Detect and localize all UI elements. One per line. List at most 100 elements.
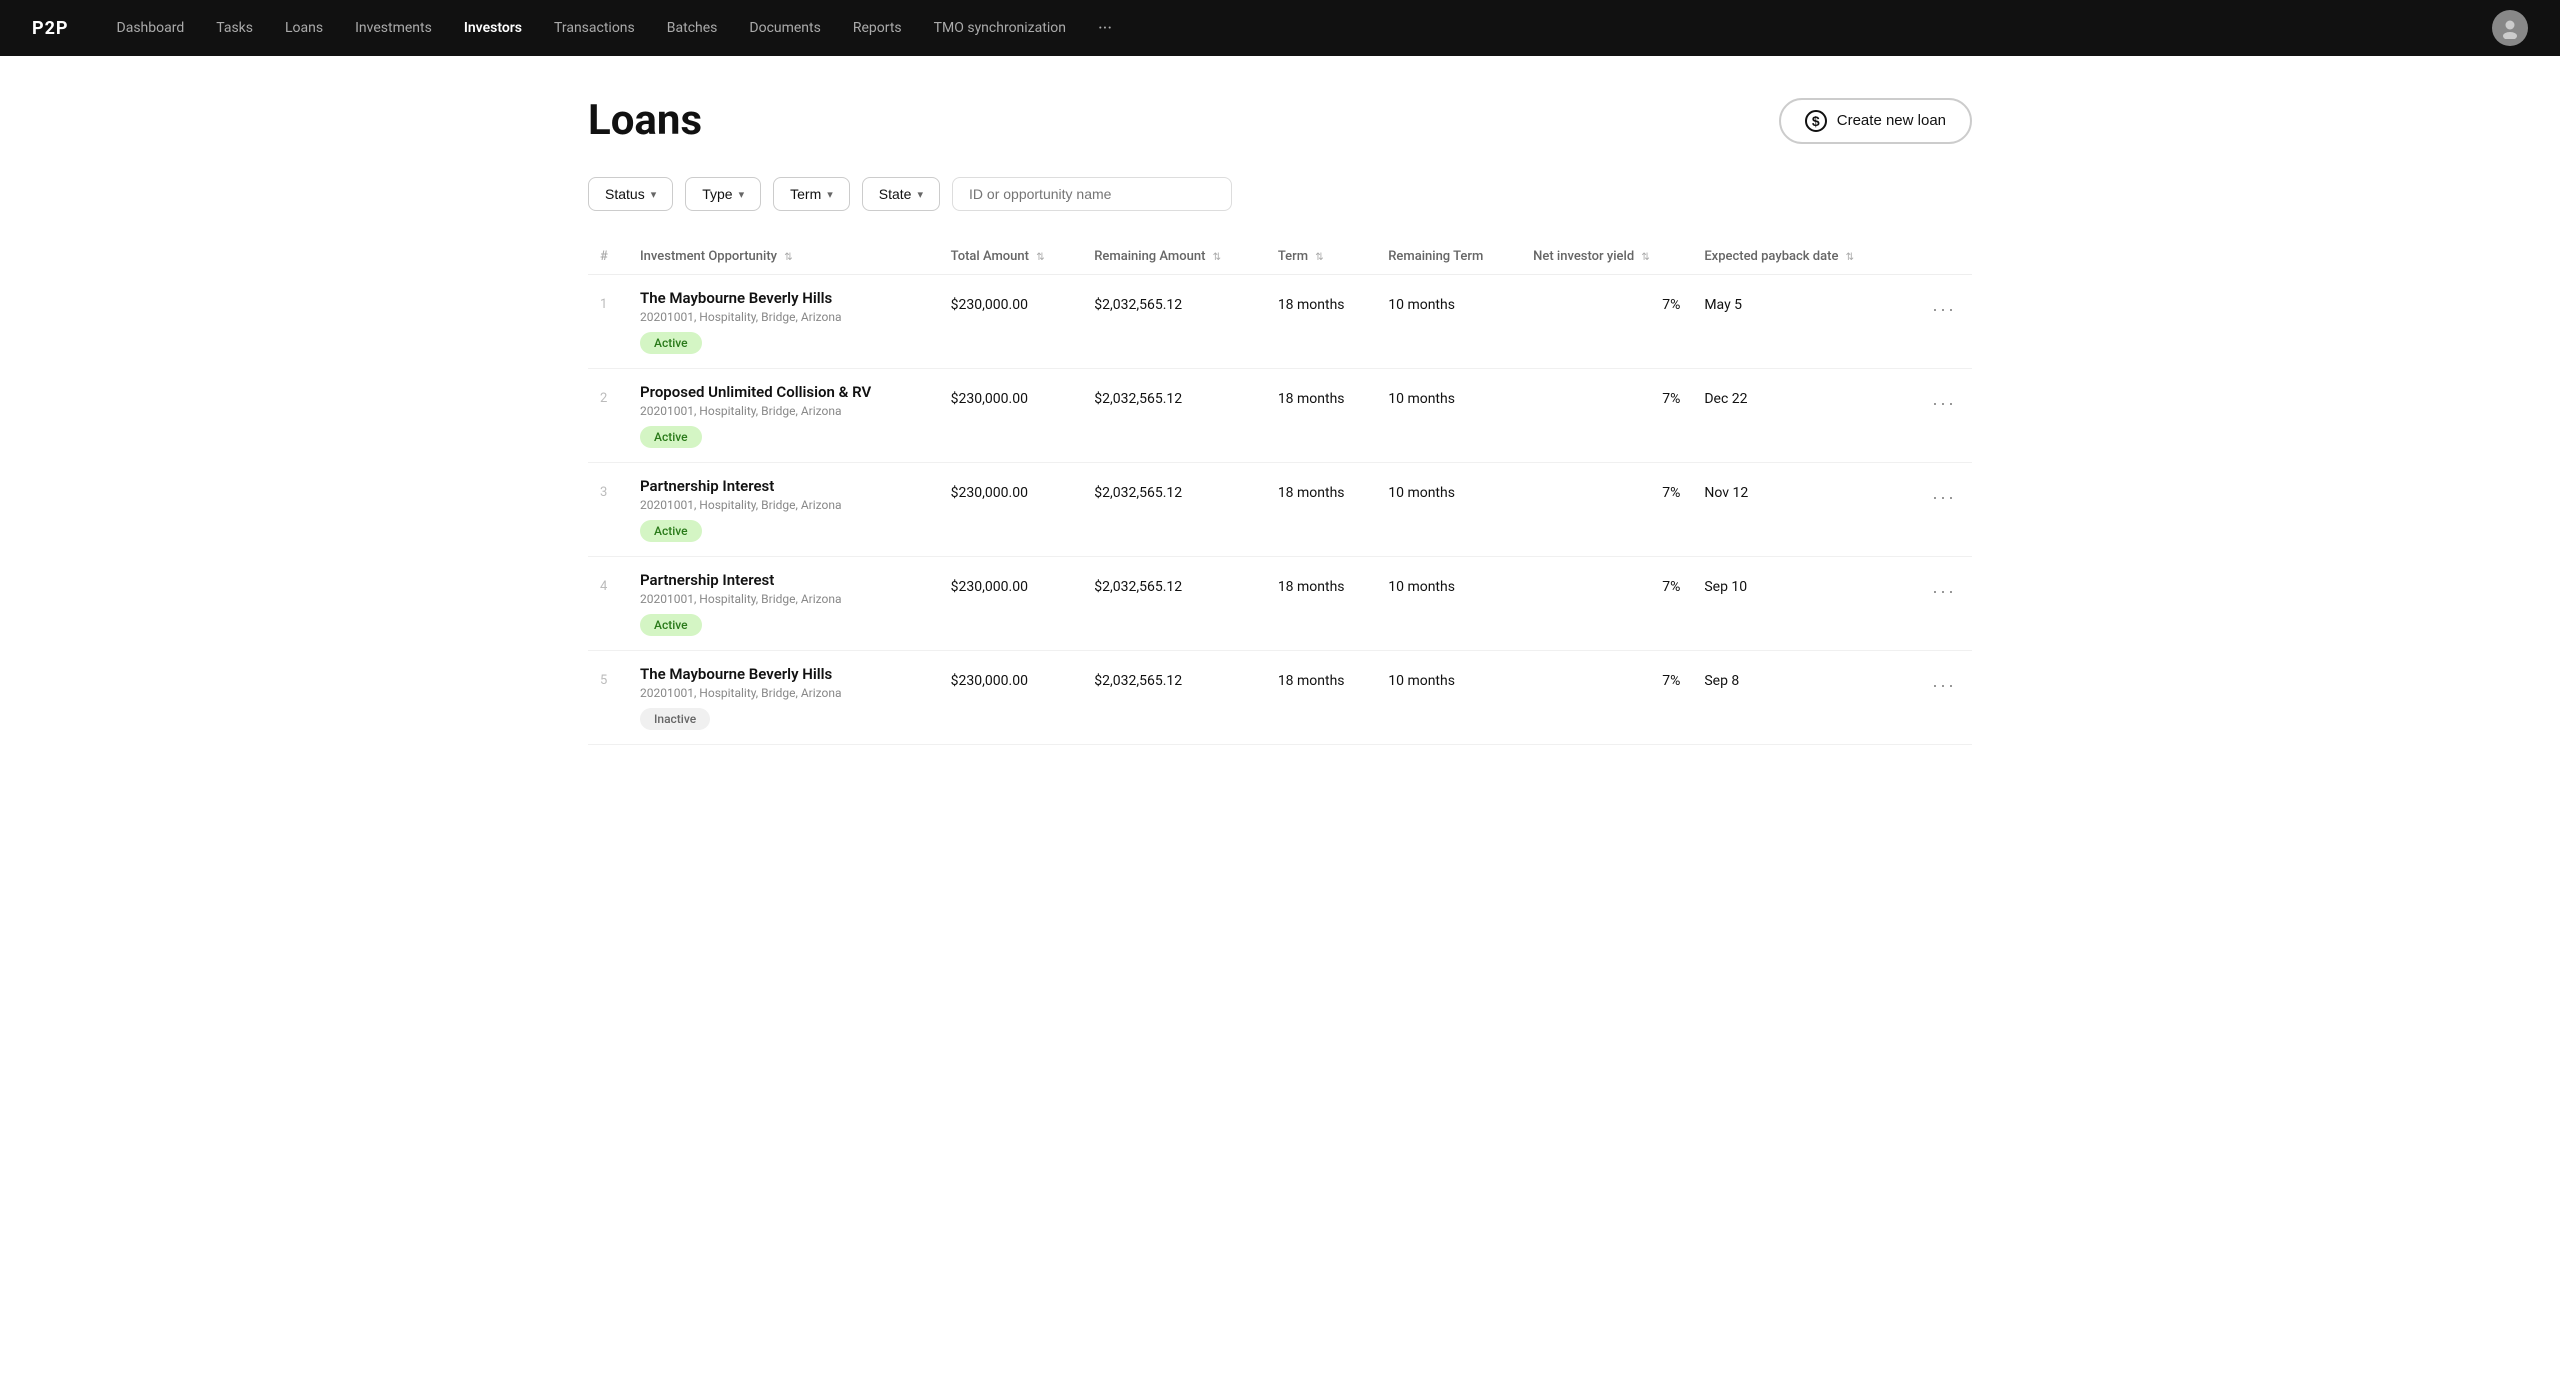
sort-opportunity-icon: ⇅ [784, 252, 792, 263]
row-actions-cell[interactable]: ··· [1904, 651, 1972, 745]
col-opportunity[interactable]: Investment Opportunity ⇅ [628, 239, 939, 275]
total-amount-cell: $230,000.00 [939, 369, 1083, 463]
row-num: 2 [588, 369, 628, 463]
term-cell: 18 months [1266, 275, 1376, 369]
opportunity-cell: The Maybourne Beverly Hills 20201001, Ho… [628, 651, 939, 745]
state-filter[interactable]: State ▾ [862, 177, 940, 211]
term-cell: 18 months [1266, 557, 1376, 651]
nav-documents[interactable]: Documents [749, 16, 820, 40]
total-amount-cell: $230,000.00 [939, 557, 1083, 651]
opportunity-cell: Partnership Interest 20201001, Hospitali… [628, 463, 939, 557]
create-loan-button[interactable]: $ Create new loan [1779, 98, 1972, 144]
sort-remaining-icon: ⇅ [1213, 252, 1221, 263]
payback-date-cell: Sep 10 [1692, 557, 1903, 651]
remaining-term-cell: 10 months [1376, 557, 1521, 651]
table-row[interactable]: 4 Partnership Interest 20201001, Hospita… [588, 557, 1972, 651]
row-num: 1 [588, 275, 628, 369]
remaining-amount-cell: $2,032,565.12 [1082, 463, 1266, 557]
row-actions-cell[interactable]: ··· [1904, 275, 1972, 369]
opportunity-name: The Maybourne Beverly Hills [640, 665, 927, 683]
create-loan-label: Create new loan [1837, 112, 1946, 129]
type-filter[interactable]: Type ▾ [685, 177, 761, 211]
nav-batches[interactable]: Batches [667, 16, 718, 40]
status-filter[interactable]: Status ▾ [588, 177, 673, 211]
avatar[interactable] [2492, 10, 2528, 46]
type-chevron-icon: ▾ [739, 188, 745, 201]
row-more-button[interactable]: ··· [1928, 485, 1960, 510]
nav-tmo[interactable]: TMO synchronization [934, 16, 1066, 40]
sort-yield-icon: ⇅ [1641, 252, 1649, 263]
top-nav: P2P Dashboard Tasks Loans Investments In… [0, 0, 2560, 56]
row-more-button[interactable]: ··· [1928, 297, 1960, 322]
col-remaining-term: Remaining Term [1376, 239, 1521, 275]
logo: P2P [32, 18, 69, 39]
opportunity-name: Partnership Interest [640, 477, 927, 495]
status-chevron-icon: ▾ [651, 188, 657, 201]
col-actions [1904, 239, 1972, 275]
remaining-amount-cell: $2,032,565.12 [1082, 557, 1266, 651]
col-net-yield[interactable]: Net investor yield ⇅ [1521, 239, 1692, 275]
nav-loans[interactable]: Loans [285, 16, 323, 40]
page-header: Loans $ Create new loan [588, 96, 1972, 145]
nav-reports[interactable]: Reports [853, 16, 902, 40]
table-row[interactable]: 2 Proposed Unlimited Collision & RV 2020… [588, 369, 1972, 463]
col-num: # [588, 239, 628, 275]
row-num: 3 [588, 463, 628, 557]
col-payback-date[interactable]: Expected payback date ⇅ [1692, 239, 1903, 275]
search-input[interactable] [952, 177, 1232, 211]
net-yield-cell: 7% [1521, 651, 1692, 745]
nav-more-icon[interactable]: ··· [1098, 18, 1112, 39]
create-loan-icon: $ [1805, 110, 1827, 132]
nav-investors[interactable]: Investors [464, 16, 522, 40]
row-more-button[interactable]: ··· [1928, 579, 1960, 604]
term-filter[interactable]: Term ▾ [773, 177, 850, 211]
status-badge: Active [640, 520, 702, 542]
row-actions-cell[interactable]: ··· [1904, 369, 1972, 463]
term-cell: 18 months [1266, 651, 1376, 745]
term-cell: 18 months [1266, 463, 1376, 557]
payback-date-cell: Sep 8 [1692, 651, 1903, 745]
status-badge: Active [640, 614, 702, 636]
payback-date-cell: Nov 12 [1692, 463, 1903, 557]
nav-tasks[interactable]: Tasks [216, 16, 253, 40]
row-actions-cell[interactable]: ··· [1904, 557, 1972, 651]
sort-term-icon: ⇅ [1315, 252, 1323, 263]
nav-dashboard[interactable]: Dashboard [117, 16, 185, 40]
nav-transactions[interactable]: Transactions [554, 16, 635, 40]
remaining-term-cell: 10 months [1376, 463, 1521, 557]
net-yield-cell: 7% [1521, 557, 1692, 651]
sort-payback-icon: ⇅ [1846, 252, 1854, 263]
opportunity-name: The Maybourne Beverly Hills [640, 289, 927, 307]
nav-investments[interactable]: Investments [355, 16, 432, 40]
opportunity-name: Partnership Interest [640, 571, 927, 589]
table-row[interactable]: 1 The Maybourne Beverly Hills 20201001, … [588, 275, 1972, 369]
loans-table: # Investment Opportunity ⇅ Total Amount … [588, 239, 1972, 745]
row-num: 5 [588, 651, 628, 745]
net-yield-cell: 7% [1521, 463, 1692, 557]
table-row[interactable]: 3 Partnership Interest 20201001, Hospita… [588, 463, 1972, 557]
total-amount-cell: $230,000.00 [939, 463, 1083, 557]
filters-bar: Status ▾ Type ▾ Term ▾ State ▾ [588, 177, 1972, 211]
state-filter-label: State [879, 186, 912, 202]
net-yield-cell: 7% [1521, 369, 1692, 463]
total-amount-cell: $230,000.00 [939, 275, 1083, 369]
row-more-button[interactable]: ··· [1928, 673, 1960, 698]
col-remaining-amount[interactable]: Remaining Amount ⇅ [1082, 239, 1266, 275]
remaining-amount-cell: $2,032,565.12 [1082, 651, 1266, 745]
col-total-amount[interactable]: Total Amount ⇅ [939, 239, 1083, 275]
opportunity-cell: The Maybourne Beverly Hills 20201001, Ho… [628, 275, 939, 369]
opportunity-cell: Proposed Unlimited Collision & RV 202010… [628, 369, 939, 463]
table-row[interactable]: 5 The Maybourne Beverly Hills 20201001, … [588, 651, 1972, 745]
term-filter-label: Term [790, 186, 821, 202]
page-title: Loans [588, 96, 702, 145]
remaining-term-cell: 10 months [1376, 651, 1521, 745]
row-actions-cell[interactable]: ··· [1904, 463, 1972, 557]
row-more-button[interactable]: ··· [1928, 391, 1960, 416]
status-badge: Active [640, 332, 702, 354]
sort-total-icon: ⇅ [1036, 252, 1044, 263]
opportunity-meta: 20201001, Hospitality, Bridge, Arizona [640, 592, 927, 606]
row-num: 4 [588, 557, 628, 651]
remaining-amount-cell: $2,032,565.12 [1082, 275, 1266, 369]
col-term[interactable]: Term ⇅ [1266, 239, 1376, 275]
state-chevron-icon: ▾ [917, 188, 923, 201]
